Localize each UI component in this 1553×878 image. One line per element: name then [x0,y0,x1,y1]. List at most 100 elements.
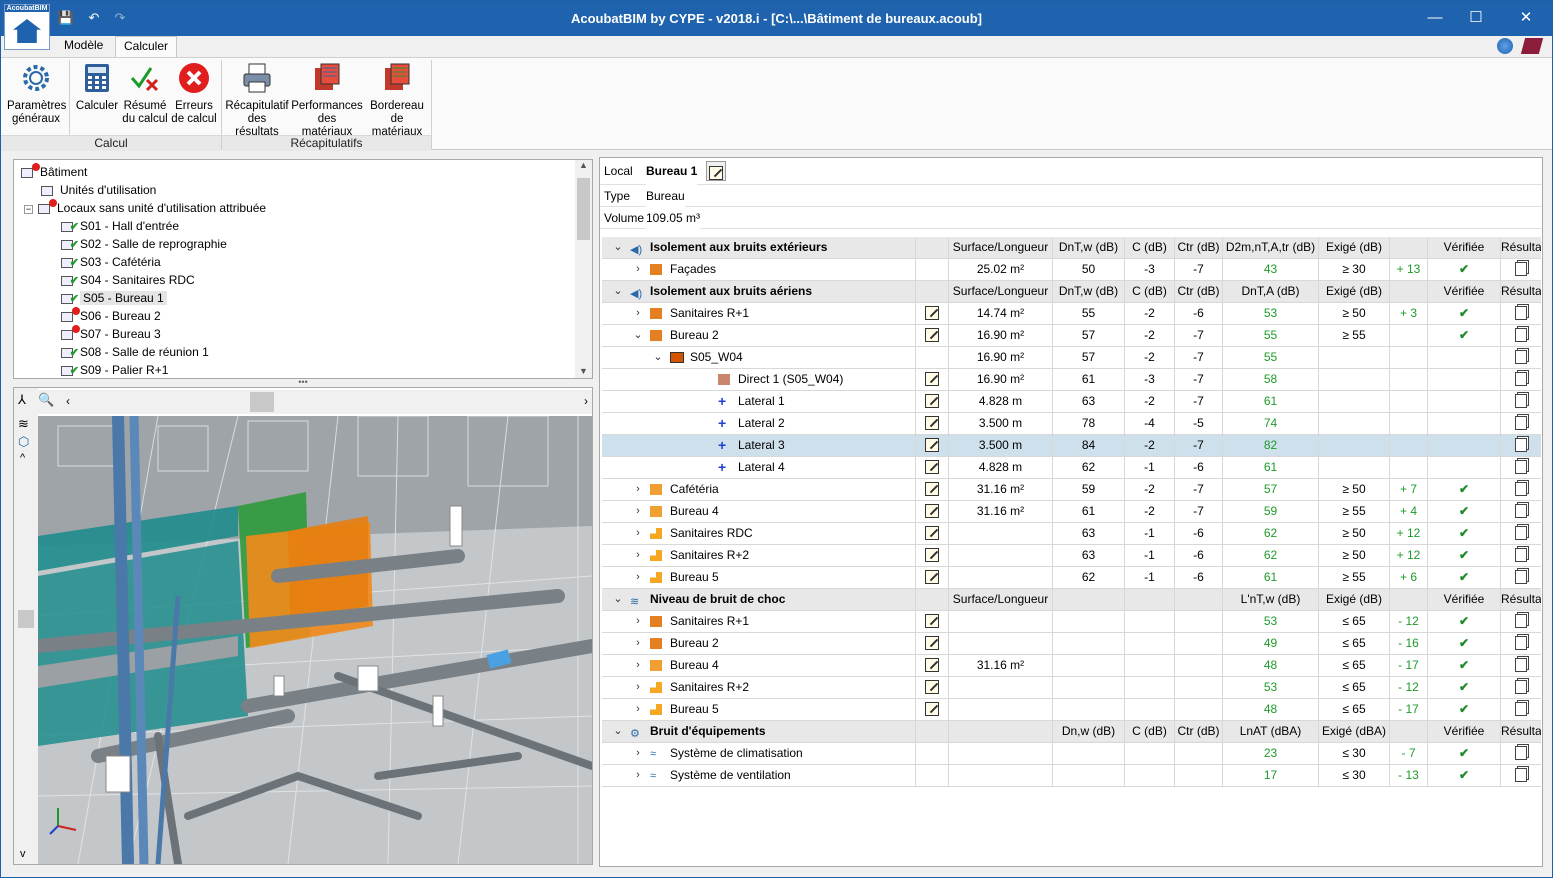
results-cell[interactable] [1500,743,1541,764]
tab-modele[interactable]: Modèle [56,36,111,57]
edit-cell[interactable] [915,325,948,346]
collapse-icon[interactable]: ⌄ [652,347,664,368]
axes-icon[interactable]: ⅄ [18,392,34,408]
tree-node[interactable]: Unités d'utilisation [40,181,156,199]
edit-icon[interactable] [925,372,939,386]
result-row[interactable]: + Lateral 4 4.828 m 62 -1 -6 61 [602,457,1541,479]
edit-cell[interactable] [915,413,948,434]
edit-icon[interactable] [925,570,939,584]
result-row[interactable]: › ≈ Système de ventilation 17 ≤ 30- 13 ✔ [602,765,1541,787]
edit-cell[interactable] [915,655,948,676]
expand-icon[interactable]: › [632,743,644,764]
scroll-down-icon[interactable]: v [20,848,26,860]
report-icon[interactable] [1515,460,1527,474]
report-icon[interactable] [1515,328,1527,342]
results-cell[interactable] [1500,303,1541,324]
tree-node[interactable]: ✔ S03 - Cafétéria [60,253,161,271]
expand-icon[interactable]: › [632,567,644,588]
result-row[interactable]: › Sanitaires RDC 63 -1 -6 62 ≥ 50 + 12 ✔ [602,523,1541,545]
results-cell[interactable] [1500,479,1541,500]
results-cell[interactable] [1500,611,1541,632]
results-cell[interactable] [1500,435,1541,456]
result-row[interactable]: › Façades 25.02 m² 50 -3 -7 43 ≥ 30 + 13 ✔ [602,259,1541,281]
results-cell[interactable] [1500,413,1541,434]
edit-icon[interactable] [925,636,939,650]
edit-icon[interactable] [925,328,939,342]
edit-icon[interactable] [925,614,939,628]
hscroll-thumb[interactable] [250,392,274,412]
report-icon[interactable] [1515,702,1527,716]
results-cell[interactable] [1500,369,1541,390]
scroll-down-icon[interactable]: ▼ [575,366,592,376]
pane-splitter[interactable]: ••• [13,378,593,387]
expand-icon[interactable]: › [632,479,644,500]
result-row[interactable]: › ≈ Système de climatisation 23 ≤ 30- 7 ✔ [602,743,1541,765]
result-row[interactable]: › Cafétéria 31.16 m² 59 -2 -7 57 ≥ 50 + 7 ✔ [602,479,1541,501]
scroll-right-icon[interactable]: › [584,394,588,408]
report-icon[interactable] [1515,394,1527,408]
result-row[interactable]: + Lateral 1 4.828 m 63 -2 -7 61 [602,391,1541,413]
tree-node[interactable]: Bâtiment [20,162,87,181]
cube-icon[interactable]: ⬡ [18,434,34,450]
expand-icon[interactable]: › [632,699,644,720]
edit-cell[interactable] [915,677,948,698]
edit-icon[interactable] [925,702,939,716]
report-icon[interactable] [1515,636,1527,650]
report-icon[interactable] [1515,482,1527,496]
result-row[interactable]: › Sanitaires R+1 53 ≤ 65- 12 ✔ [602,611,1541,633]
edit-icon[interactable] [925,680,939,694]
3d-scene[interactable] [31,415,592,864]
close-button[interactable]: ✕ [1506,6,1546,30]
expand-icon[interactable]: › [632,259,644,280]
collapse-icon[interactable]: ⌄ [612,237,624,258]
result-row[interactable]: › Bureau 4 31.16 m² 61 -2 -7 59 ≥ 55 + 4 ✔ [602,501,1541,523]
edit-icon[interactable] [925,460,939,474]
tree-node[interactable]: ✔ S09 - Palier R+1 [60,361,168,378]
resume-calcul-button[interactable]: Résumé du calcul [121,62,169,126]
results-cell[interactable] [1500,567,1541,588]
result-row[interactable]: Direct 1 (S05_W04) 16.90 m² 61 -3 -7 58 [602,369,1541,391]
vertical-scroll-thumb[interactable] [18,610,34,628]
minimize-button[interactable]: — [1415,6,1455,30]
scroll-thumb[interactable] [577,178,590,240]
scroll-left-icon[interactable]: ‹ [66,394,70,408]
collapse-icon[interactable]: ⌄ [612,281,624,302]
result-row[interactable]: + Lateral 3 3.500 m 84 -2 -7 82 [602,435,1541,457]
tree-node[interactable]: ✔ S05 - Bureau 1 [60,289,167,307]
tree-node[interactable]: ✔ S02 - Salle de reprographie [60,235,227,253]
scroll-up-icon[interactable]: ▲ [575,160,592,170]
tree-scrollbar[interactable]: ▲ ▼ [575,160,592,378]
edit-cell[interactable] [915,567,948,588]
section-header-choc[interactable]: ⌄ ≋ Niveau de bruit de choc Surface/Longueu… [602,589,1541,611]
tree-node[interactable]: S07 - Bureau 3 [60,324,161,343]
report-icon[interactable] [1515,570,1527,584]
edit-cell[interactable] [915,435,948,456]
expand-icon[interactable]: › [632,611,644,632]
section-header-ext[interactable]: ⌄ ◀) Isolement aux bruits extérieurs Surfac… [602,237,1541,259]
results-cell[interactable] [1500,457,1541,478]
result-row[interactable]: ⌄ S05_W04 16.90 m² 57 -2 -7 55 [602,347,1541,369]
edit-cell[interactable] [915,545,948,566]
result-row[interactable]: ⌄ Bureau 2 16.90 m² 57 -2 -7 55 ≥ 55 ✔ [602,325,1541,347]
3d-viewer[interactable]: ⅄ ≋ ⬡ ^ v 🔍 ‹ › [13,387,593,865]
results-cell[interactable] [1500,259,1541,280]
manual-book-icon[interactable] [1520,38,1544,54]
report-icon[interactable] [1515,680,1527,694]
collapse-icon[interactable]: ⌄ [632,325,644,346]
results-cell[interactable] [1500,633,1541,654]
results-cell[interactable] [1500,347,1541,368]
tree-node[interactable]: ✔ S01 - Hall d'entrée [60,217,179,235]
tree-node[interactable]: ✔ S08 - Salle de réunion 1 [60,343,209,361]
report-icon[interactable] [1515,262,1527,276]
result-row[interactable]: › Sanitaires R+1 14.74 m² 55 -2 -6 53 ≥ 50 + 3 ✔ [602,303,1541,325]
edit-icon[interactable] [925,306,939,320]
calculer-button[interactable]: Calculer [75,62,119,113]
edit-cell[interactable] [915,611,948,632]
edit-cell[interactable] [915,633,948,654]
edit-icon[interactable] [925,548,939,562]
expand-icon[interactable]: › [632,765,644,786]
edit-icon[interactable] [925,482,939,496]
results-cell[interactable] [1500,391,1541,412]
edit-icon[interactable] [925,504,939,518]
viewer-hscroll[interactable]: 🔍 ‹ › [38,390,592,414]
